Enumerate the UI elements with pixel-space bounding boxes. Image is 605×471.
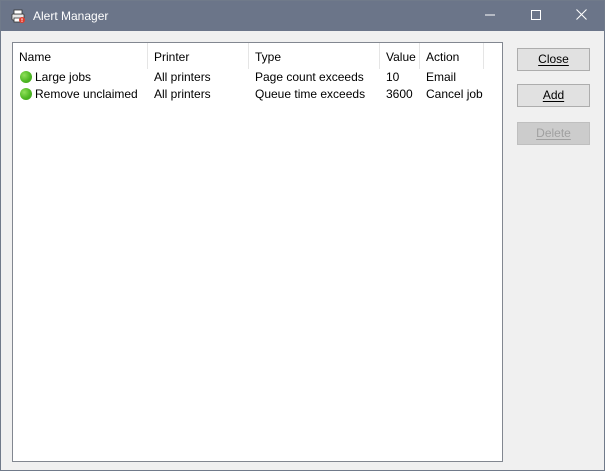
maximize-icon bbox=[531, 9, 541, 23]
table-row[interactable]: Large jobs All printers Page count excee… bbox=[13, 69, 502, 86]
status-dot-icon bbox=[20, 88, 32, 100]
table-row[interactable]: Remove unclaimed All printers Queue time… bbox=[13, 86, 502, 103]
title-bar[interactable]: Alert Manager bbox=[1, 1, 604, 31]
close-button[interactable]: Close bbox=[517, 48, 590, 71]
maximize-button[interactable] bbox=[513, 1, 559, 31]
delete-button[interactable]: Delete bbox=[517, 122, 590, 145]
add-button[interactable]: Add bbox=[517, 84, 590, 107]
minimize-button[interactable] bbox=[467, 1, 513, 31]
row-name: Large jobs bbox=[35, 70, 92, 84]
column-header-action[interactable]: Action bbox=[420, 43, 484, 69]
row-action: Email bbox=[426, 70, 457, 84]
close-window-button[interactable] bbox=[558, 1, 604, 31]
minimize-icon bbox=[485, 9, 495, 23]
printer-alert-icon bbox=[10, 8, 26, 24]
row-type: Queue time exceeds bbox=[255, 87, 366, 101]
column-header-printer[interactable]: Printer bbox=[148, 43, 249, 69]
close-icon bbox=[575, 9, 587, 23]
column-header-value[interactable]: Value bbox=[380, 43, 420, 69]
status-dot-icon bbox=[20, 71, 32, 83]
column-header-name[interactable]: Name bbox=[13, 43, 148, 69]
row-value: 10 bbox=[386, 70, 400, 84]
list-header: Name Printer Type Value Action bbox=[13, 43, 502, 69]
row-type: Page count exceeds bbox=[255, 70, 364, 84]
row-printer: All printers bbox=[154, 87, 211, 101]
row-name: Remove unclaimed bbox=[35, 87, 138, 101]
row-printer: All printers bbox=[154, 70, 211, 84]
alert-manager-window: Alert Manager Name Printer Type Value Ac… bbox=[0, 0, 605, 471]
row-value: 3600 bbox=[386, 87, 413, 101]
row-action: Cancel job bbox=[426, 87, 483, 101]
column-header-type[interactable]: Type bbox=[249, 43, 380, 69]
alert-list[interactable]: Name Printer Type Value Action Large job… bbox=[12, 42, 503, 462]
window-title: Alert Manager bbox=[33, 9, 109, 23]
